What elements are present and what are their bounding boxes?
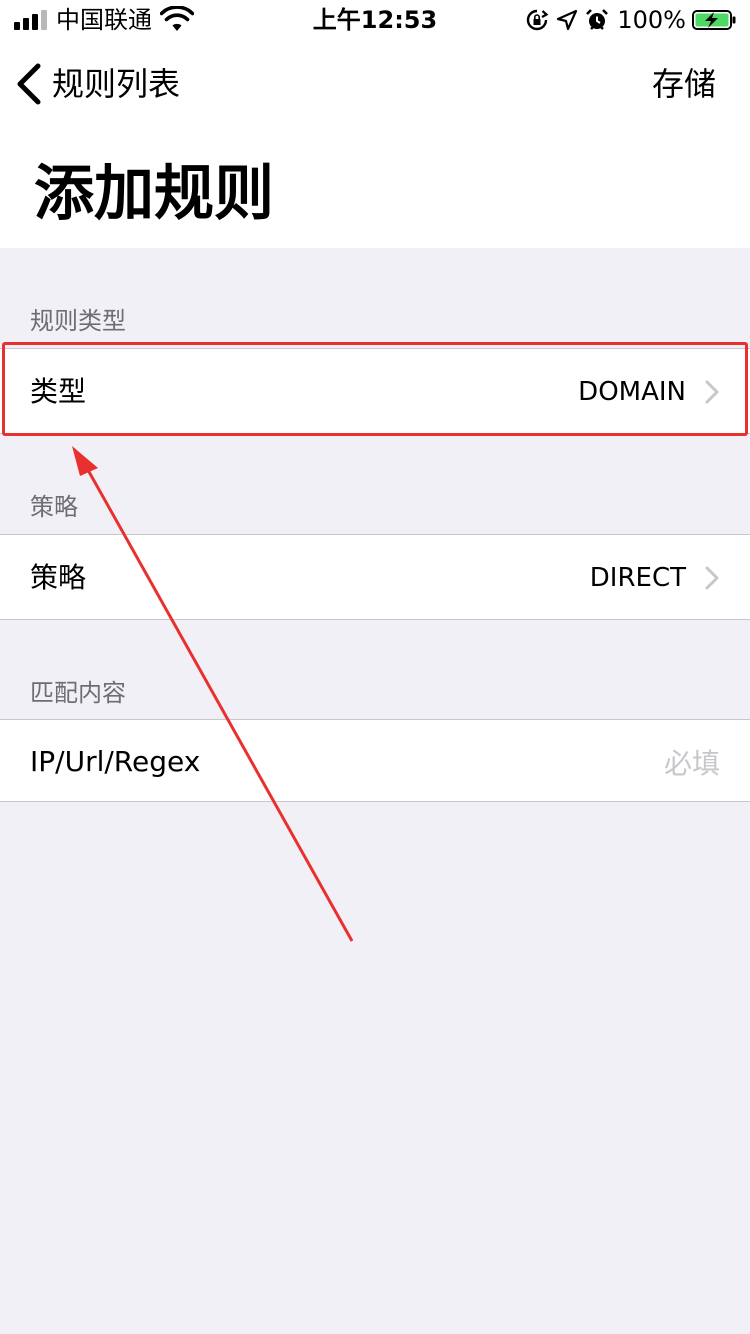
back-button-label: 规则列表 [52, 65, 181, 103]
policy-cell[interactable]: 策略 DIRECT [0, 534, 750, 620]
alarm-icon [586, 9, 609, 30]
annotation-highlight-box [2, 342, 748, 436]
chevron-left-icon [17, 63, 41, 105]
page-title: 添加规则 [34, 159, 274, 229]
match-cell-label: IP/Url/Regex [30, 745, 201, 778]
policy-cell-value: DIRECT [589, 563, 686, 593]
status-bar: 中国联通 上午12:53 100% [0, 0, 750, 40]
chevron-right-icon [705, 566, 719, 590]
back-button[interactable]: 规则列表 [14, 58, 180, 110]
status-right-group: 100% [525, 6, 736, 34]
match-cell[interactable]: IP/Url/Regex [0, 719, 750, 802]
battery-charging-icon [692, 10, 736, 30]
section-header-policy: 策略 [30, 493, 78, 521]
match-content-input[interactable] [420, 740, 720, 786]
save-button[interactable]: 存储 [652, 58, 716, 110]
section-header-match: 匹配内容 [30, 679, 126, 707]
battery-percent: 100% [617, 6, 686, 34]
section-header-rule-type: 规则类型 [30, 307, 126, 335]
location-icon [557, 9, 578, 31]
policy-cell-label: 策略 [30, 561, 87, 594]
orientation-lock-icon [527, 9, 549, 31]
